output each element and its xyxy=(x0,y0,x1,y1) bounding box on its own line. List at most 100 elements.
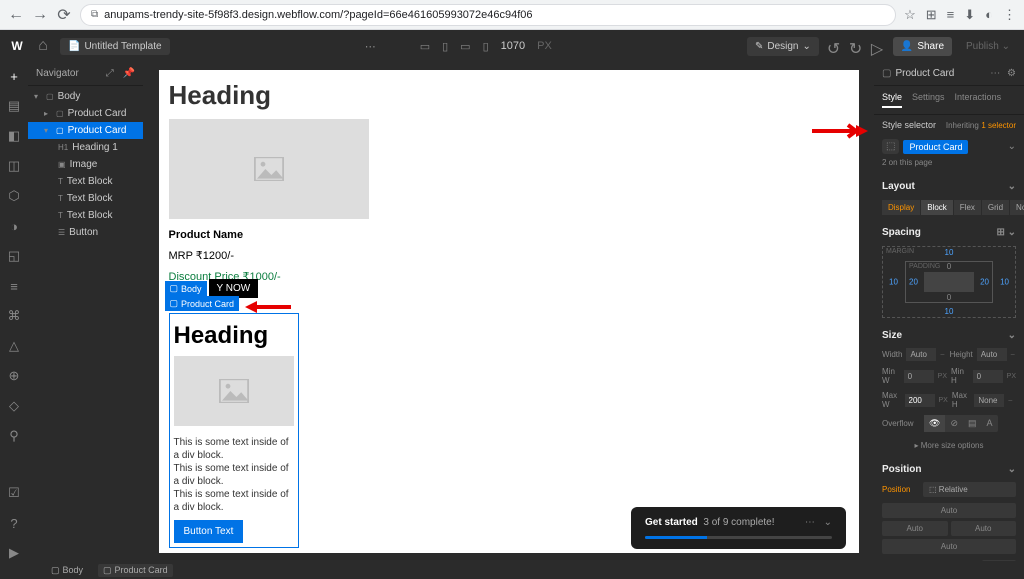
collapse-icon[interactable]: ⤢ xyxy=(106,68,114,79)
breakpoint-mobile-icon[interactable]: ▯ xyxy=(483,40,489,53)
tree-body[interactable]: ▾ ▢ Body xyxy=(28,88,143,105)
cms-icon[interactable]: ≡ xyxy=(6,278,22,294)
size-section[interactable]: Size ⌄ xyxy=(874,322,1024,345)
width-input[interactable] xyxy=(906,348,936,361)
webflow-logo[interactable]: W xyxy=(8,37,26,55)
styles-icon[interactable]: ◑ xyxy=(6,218,22,234)
margin-bottom[interactable]: 10 xyxy=(945,307,954,316)
more-size-options[interactable]: ▸ More size options xyxy=(874,435,1024,456)
add-icon[interactable]: + xyxy=(6,68,22,84)
spacing-control[interactable]: MARGIN 10 10 10 10 PADDING 0 0 20 20 xyxy=(882,246,1016,318)
navigator-icon[interactable]: ◧ xyxy=(6,128,22,144)
url-bar[interactable]: ⧉ anupams-trendy-site-5f98f3.design.webf… xyxy=(80,4,896,26)
back-button[interactable]: ← xyxy=(8,7,24,23)
inheriting-count[interactable]: 1 selector xyxy=(981,121,1016,130)
breakpoint-tablet-icon[interactable]: ▯ xyxy=(442,40,448,53)
pages-icon[interactable]: ▤ xyxy=(6,98,22,114)
card1-heading[interactable]: Heading xyxy=(169,80,369,111)
tree-textblock2[interactable]: T Text Block xyxy=(28,190,143,207)
tree-textblock3[interactable]: T Text Block xyxy=(28,207,143,224)
breakpoint-landscape-icon[interactable]: ▭ xyxy=(460,40,470,53)
canvas-width[interactable]: 1070 xyxy=(501,40,525,52)
tree-heading[interactable]: H1 Heading 1 xyxy=(28,139,143,156)
variables-icon[interactable]: ⬡ xyxy=(6,188,22,204)
share-button[interactable]: 👤 Share xyxy=(893,37,952,56)
pin-icon[interactable]: 📌 xyxy=(123,68,135,79)
ecommerce-icon[interactable]: ⊕ xyxy=(6,368,22,384)
settings-icon[interactable]: ⚙ xyxy=(1007,68,1016,79)
assets-icon[interactable]: ◱ xyxy=(6,248,22,264)
chevron-down-icon[interactable]: ⌄ xyxy=(1008,141,1016,152)
pos-right[interactable]: Auto xyxy=(951,521,1017,536)
position-section[interactable]: Position ⌄ xyxy=(874,456,1024,479)
image-placeholder[interactable] xyxy=(169,119,369,219)
chevron-down-icon[interactable]: ⌄ xyxy=(824,517,832,528)
state-selector[interactable]: ⬚ xyxy=(882,139,899,154)
tree-textblock1[interactable]: T Text Block xyxy=(28,173,143,190)
logic-icon[interactable]: ⌘ xyxy=(6,308,22,324)
text-block-2[interactable]: This is some text inside of a div block. xyxy=(174,462,294,488)
overflow-hidden[interactable]: ⊘ xyxy=(945,415,963,432)
users-icon[interactable]: △ xyxy=(6,338,22,354)
spacing-tool-icon[interactable]: ⊞ ⌄ xyxy=(996,227,1016,238)
tab-interactions[interactable]: Interactions xyxy=(955,92,1002,108)
tree-button[interactable]: ☰ Button xyxy=(28,224,143,241)
profile-icon[interactable]: ◐ xyxy=(985,7,993,22)
reader-icon[interactable]: ≡ xyxy=(947,7,955,22)
more-icon[interactable]: ⋯ xyxy=(365,40,376,53)
preview-icon[interactable]: ▷ xyxy=(871,39,885,53)
page-selector[interactable]: 📄 Untitled Template xyxy=(60,38,170,55)
overflow-scroll[interactable]: ▤ xyxy=(963,415,982,432)
tab-style[interactable]: Style xyxy=(882,92,902,108)
menu-icon[interactable]: ⋮ xyxy=(1003,7,1016,23)
margin-right[interactable]: 10 xyxy=(1000,278,1009,287)
more-icon[interactable]: ⋯ xyxy=(990,68,1000,79)
button-text[interactable]: Button Text xyxy=(174,520,244,543)
more-icon[interactable]: ⋯ xyxy=(805,517,815,528)
itself-select[interactable]: Auto xyxy=(982,560,1016,561)
padding-bottom[interactable]: 0 xyxy=(947,293,951,302)
padding-left[interactable]: 20 xyxy=(909,278,918,287)
margin-left[interactable]: 10 xyxy=(889,278,898,287)
design-mode-button[interactable]: ✎ Design ⌄ xyxy=(747,37,819,56)
pos-top[interactable]: Auto xyxy=(882,503,1016,518)
audit-icon[interactable]: ☑ xyxy=(6,485,22,501)
tree-image[interactable]: ▣ Image xyxy=(28,156,143,173)
margin-top[interactable]: 10 xyxy=(945,248,954,257)
product-card-2[interactable]: Heading This is some text inside of a di… xyxy=(169,313,299,548)
home-icon[interactable]: ⌂ xyxy=(34,37,52,55)
mrp-text[interactable]: MRP ₹1200/- xyxy=(169,249,369,262)
padding-right[interactable]: 20 xyxy=(980,278,989,287)
text-block-3[interactable]: This is some text inside of a div block. xyxy=(174,488,294,514)
minw-input[interactable] xyxy=(904,370,934,383)
maxw-input[interactable] xyxy=(905,394,935,407)
apps-icon[interactable]: ◇ xyxy=(6,398,22,414)
card2-heading[interactable]: Heading xyxy=(174,322,294,350)
crumb-product-card[interactable]: ▢ Product Card xyxy=(98,564,173,577)
components-icon[interactable]: ◫ xyxy=(6,158,22,174)
tab-settings[interactable]: Settings xyxy=(912,92,945,108)
tree-product-card-2[interactable]: ▾ ▢ Product Card xyxy=(28,122,143,139)
help-icon[interactable]: ? xyxy=(6,515,22,531)
overflow-visible[interactable]: 👁 xyxy=(924,415,945,432)
get-started-toast[interactable]: Get started 3 of 9 complete! ⋯ ⌄ xyxy=(631,507,846,549)
text-block-1[interactable]: This is some text inside of a div block. xyxy=(174,436,294,462)
product-card-1[interactable]: Heading Product Name MRP ₹1200/- Discoun… xyxy=(169,80,369,283)
minh-input[interactable] xyxy=(973,370,1003,383)
image-placeholder[interactable] xyxy=(174,356,294,426)
find-icon[interactable]: ⚲ xyxy=(6,428,22,444)
download-icon[interactable]: ⬇ xyxy=(964,7,975,23)
video-icon[interactable]: ▶ xyxy=(6,545,22,561)
position-select[interactable]: ⬚ Relative xyxy=(923,482,1016,497)
padding-top[interactable]: 0 xyxy=(947,262,951,271)
undo-icon[interactable]: ↺ xyxy=(827,39,841,53)
reload-button[interactable]: ⟳ xyxy=(56,7,72,23)
display-flex[interactable]: Flex xyxy=(954,200,982,215)
forward-button[interactable]: → xyxy=(32,7,48,23)
pos-bottom[interactable]: Auto xyxy=(882,539,1016,554)
maxh-input[interactable] xyxy=(974,394,1004,407)
layout-section[interactable]: Layout ⌄ xyxy=(874,173,1024,196)
spacing-section[interactable]: Spacing ⊞ ⌄ xyxy=(874,219,1024,242)
redo-icon[interactable]: ↻ xyxy=(849,39,863,53)
breakpoint-base-icon[interactable]: ▭ xyxy=(420,40,430,53)
